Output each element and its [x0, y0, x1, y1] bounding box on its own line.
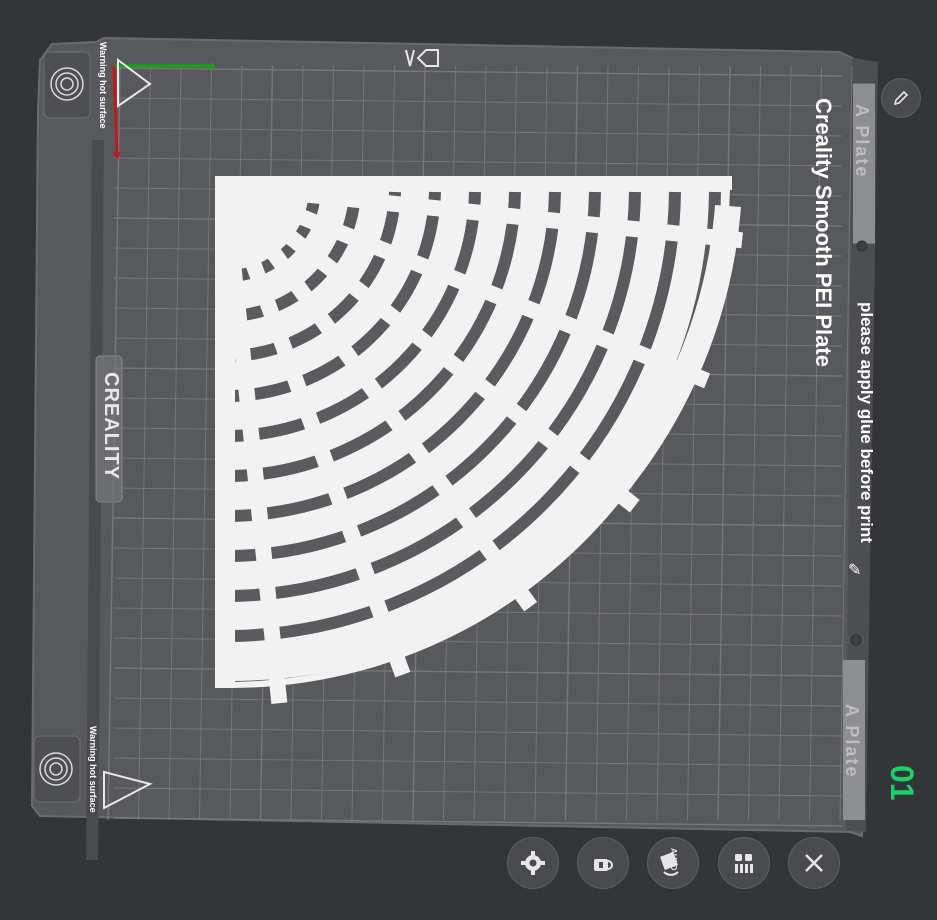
lock-plate-button[interactable]	[577, 837, 629, 889]
3d-viewport[interactable]: A Plate A Plate Creality Smooth PEI Plat…	[0, 0, 937, 920]
build-plate-scene	[30, 36, 878, 860]
gear-icon	[521, 851, 545, 875]
brand-logo: CREALITY	[100, 372, 122, 480]
note-pencil-icon[interactable]: ✎	[848, 560, 861, 580]
plate-name-label-bottom: A Plate	[842, 704, 862, 779]
plate-name-label-top: A Plate	[852, 104, 872, 179]
plate-type-title: Creality Smooth PEI Plate	[811, 98, 836, 367]
auto-label: AUTO	[669, 848, 678, 871]
auto-arrange-button[interactable]: AUTO	[647, 837, 699, 889]
close-plate-button[interactable]	[788, 837, 840, 889]
plate-glue-note: please apply glue before print	[857, 302, 876, 543]
lock-icon	[594, 859, 613, 871]
pencil-icon	[893, 90, 909, 106]
layout-icon	[735, 854, 753, 873]
warning-label-top: Warning hot surface	[98, 42, 108, 129]
plate-number[interactable]: 01	[883, 765, 920, 801]
close-icon	[805, 854, 823, 872]
plate-settings-button[interactable]	[507, 837, 559, 889]
warning-label-bottom: Warning hot surface	[88, 726, 98, 813]
edit-plate-button[interactable]	[881, 78, 921, 118]
layout-button[interactable]	[718, 837, 770, 889]
